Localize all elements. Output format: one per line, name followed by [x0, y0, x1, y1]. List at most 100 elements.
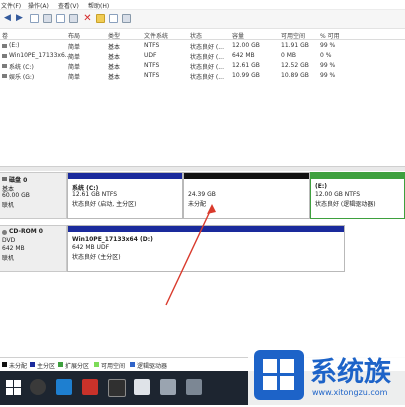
disk-map-pane: 磁盘 0 基本 60.00 GB 联机 系统 (C:) 12.61 GB NTF… — [0, 171, 405, 357]
partition-status: 状态良好 (主分区) — [72, 254, 121, 261]
rescan-icon[interactable] — [109, 14, 118, 23]
table-row[interactable]: 娱乐 (G:) 简单 基本 NTFS 状态良好 (... 10.99 GB 10… — [0, 71, 405, 81]
forward-icon[interactable]: ▶ — [15, 14, 24, 23]
partition-status: 状态良好 (启动, 主分区) — [72, 201, 137, 208]
col-filesystem[interactable]: 文件系统 — [144, 31, 168, 40]
disk0-label[interactable]: 磁盘 0 基本 60.00 GB 联机 — [0, 172, 67, 219]
cell-filesystem: UDF — [144, 52, 157, 59]
col-layout[interactable]: 布局 — [68, 31, 80, 40]
table-row[interactable]: Win10PE_17133x6... 简单 基本 UDF 状态良好 (... 6… — [0, 51, 405, 61]
legend-logical: 逻辑驱动器 — [137, 363, 168, 370]
terminal-icon[interactable] — [108, 379, 126, 397]
cell-free: 12.52 GB — [281, 62, 309, 69]
cell-type: 基本 — [108, 64, 121, 71]
menu-view[interactable]: 查看(V) — [58, 1, 79, 10]
partition-info: 12.61 GB NTFS — [72, 191, 118, 198]
cell-filesystem: NTFS — [144, 42, 160, 49]
cell-capacity: 642 MB — [232, 52, 255, 59]
disk-size: 60.00 GB — [2, 192, 30, 199]
cell-free: 10.89 GB — [281, 72, 309, 79]
legend-free: 可用空间 — [101, 363, 126, 370]
watermark-logo: 系统族 www.xitongzu.com — [248, 344, 405, 405]
legend-swatch — [2, 362, 7, 367]
help-icon[interactable] — [56, 14, 65, 23]
toolbar: ◀ ▶ ✕ — [0, 10, 405, 29]
disk-icon — [2, 177, 7, 181]
col-type[interactable]: 类型 — [108, 31, 120, 40]
menu-action[interactable]: 操作(A) — [28, 1, 49, 10]
search-icon[interactable] — [30, 379, 46, 395]
cell-percent: 0 % — [320, 52, 332, 59]
properties-icon[interactable] — [43, 14, 52, 23]
menu-file[interactable]: 文件(F) — [1, 1, 21, 10]
legend-swatch — [94, 362, 99, 367]
menu-help[interactable]: 帮助(H) — [88, 1, 109, 10]
cell-volume: Win10PE_17133x6... — [9, 52, 71, 59]
disk-size: 642 MB — [2, 245, 25, 252]
app-icon[interactable] — [82, 379, 98, 395]
cell-capacity: 10.99 GB — [232, 72, 260, 79]
col-volume[interactable]: 卷 — [2, 31, 8, 40]
partition-color-bar — [311, 173, 404, 179]
disk-type: DVD — [2, 237, 16, 244]
watermark-brand: 系统族 — [310, 357, 391, 388]
disk-name: 磁盘 0 — [9, 177, 28, 184]
back-icon[interactable]: ◀ — [3, 14, 12, 23]
legend-swatch — [58, 362, 63, 367]
cell-capacity: 12.00 GB — [232, 42, 260, 49]
cell-capacity: 12.61 GB — [232, 62, 260, 69]
edge-icon[interactable] — [56, 379, 72, 395]
volume-list-header: 卷 布局 类型 文件系统 状态 容量 可用空间 % 可用 — [0, 30, 405, 40]
cell-percent: 99 % — [320, 62, 336, 69]
delete-icon[interactable]: ✕ — [83, 14, 92, 24]
partition-color-bar — [68, 173, 182, 179]
table-row[interactable]: (E:) 简单 基本 NTFS 状态良好 (... 12.00 GB 11.91… — [0, 41, 405, 51]
partition-info: 24.39 GB — [188, 191, 216, 198]
legend-extended: 扩展分区 — [65, 363, 90, 370]
cell-status: 状态良好 (... — [190, 54, 224, 61]
cell-volume: (E:) — [9, 42, 20, 49]
cell-percent: 99 % — [320, 42, 336, 49]
cell-layout: 简单 — [68, 64, 81, 71]
volume-icon — [2, 54, 7, 58]
cell-volume: 系统 (C:) — [9, 64, 34, 71]
annotation-arrow-icon — [165, 204, 216, 306]
partition-info: 12.00 GB NTFS — [315, 191, 361, 198]
cell-type: 基本 — [108, 54, 121, 61]
col-free[interactable]: 可用空间 — [281, 31, 305, 40]
cell-layout: 简单 — [68, 44, 81, 51]
disk-name: CD-ROM 0 — [9, 228, 43, 235]
tool-icon[interactable] — [186, 379, 202, 395]
list-view-icon[interactable] — [30, 14, 39, 23]
col-status[interactable]: 状态 — [190, 31, 202, 40]
volume-icon — [2, 64, 7, 68]
legend-swatch — [30, 362, 35, 367]
cell-type: 基本 — [108, 74, 121, 81]
cell-status: 状态良好 (... — [190, 74, 224, 81]
partition-color-bar — [184, 173, 309, 179]
cell-layout: 简单 — [68, 54, 81, 61]
volume-icon — [2, 44, 7, 48]
start-button[interactable] — [6, 380, 21, 395]
connect-icon[interactable] — [69, 14, 78, 23]
settings-icon[interactable] — [122, 14, 131, 23]
cdrom0-label[interactable]: CD-ROM 0 DVD 642 MB 联机 — [0, 225, 67, 272]
cell-free: 0 MB — [281, 52, 297, 59]
table-row[interactable]: 系统 (C:) 简单 基本 NTFS 状态良好 (... 12.61 GB 12… — [0, 61, 405, 71]
disk-management-icon[interactable] — [160, 379, 176, 395]
disk-status: 联机 — [2, 255, 15, 262]
col-capacity[interactable]: 容量 — [232, 31, 244, 40]
cell-filesystem: NTFS — [144, 62, 160, 69]
col-percent-free[interactable]: % 可用 — [320, 31, 340, 40]
partition-e[interactable]: (E:) 12.00 GB NTFS 状态良好 (逻辑驱动器) — [310, 172, 405, 219]
computer-icon[interactable] — [134, 379, 150, 395]
windows-icon — [6, 380, 21, 395]
volume-icon — [2, 74, 7, 78]
cell-layout: 简单 — [68, 74, 81, 81]
partition-status: 状态良好 (逻辑驱动器) — [315, 201, 376, 208]
cell-status: 状态良好 (... — [190, 44, 224, 51]
legend-unallocated: 未分配 — [9, 363, 28, 370]
open-folder-icon[interactable] — [96, 14, 105, 23]
legend-primary: 主分区 — [37, 363, 56, 370]
cell-volume: 娱乐 (G:) — [9, 74, 35, 81]
